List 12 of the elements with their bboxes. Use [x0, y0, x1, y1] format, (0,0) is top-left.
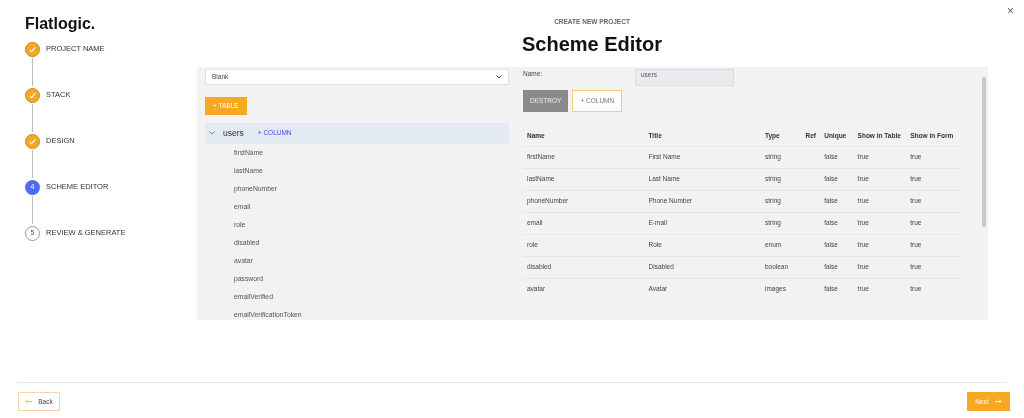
logo-text: Flatlogic. — [25, 14, 96, 34]
scrollbar-thumb[interactable] — [982, 77, 986, 227]
step-indicator[interactable] — [25, 87, 40, 103]
page-title: Scheme Editor — [520, 31, 663, 57]
arrow-left-icon — [25, 399, 33, 405]
step-indicator[interactable] — [25, 133, 40, 149]
arrow-right-icon — [994, 399, 1002, 405]
close-button[interactable]: × — [1005, 2, 1016, 20]
chevron-icon — [209, 131, 215, 136]
step-indicator[interactable] — [25, 41, 40, 57]
chevron-down-icon — [496, 75, 502, 79]
table-name: users — [223, 126, 244, 140]
